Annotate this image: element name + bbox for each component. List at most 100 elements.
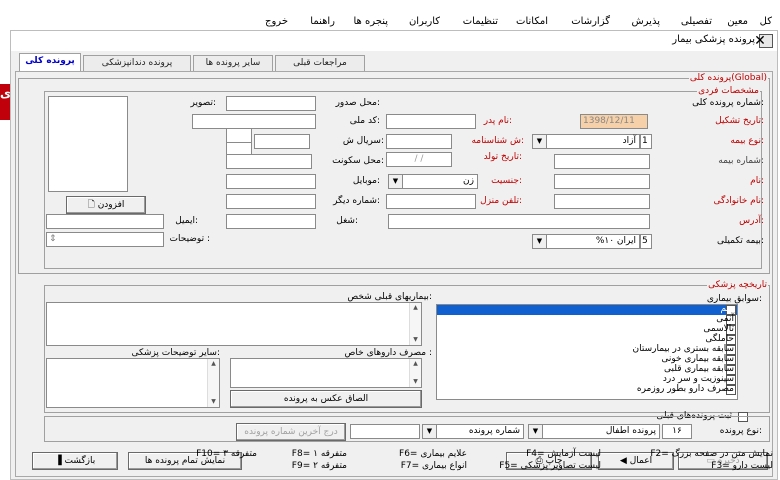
menu-item-reports[interactable]: گزارشات [571, 16, 610, 27]
residence-field[interactable] [226, 154, 312, 169]
gender-value: زن [463, 176, 474, 186]
chevron-down-icon[interactable]: ▼ [423, 425, 437, 438]
residence-label: محل سکونت: [332, 156, 384, 166]
menu-item-features[interactable]: امکانات [516, 16, 548, 27]
insurance-number-field[interactable] [554, 154, 650, 169]
close-icon[interactable]: ✕ [749, 31, 771, 51]
shortcut-f7: F7= انواع بیماری [400, 461, 467, 471]
last-name-label: نام خانوادگی: [713, 196, 764, 206]
general-legend: پرونده کلی(Global) [688, 73, 768, 83]
shortcut-f2: F2= نمایش متن در صفحه بزرگ [650, 449, 773, 459]
first-name-field[interactable] [554, 174, 650, 189]
job-label: شغل: [336, 216, 358, 226]
disease-item-label: آنمی [716, 314, 734, 324]
tab-other-files[interactable]: سایر پرونده ها [193, 55, 273, 71]
chevron-down-icon[interactable]: ▼ [389, 175, 403, 188]
photo-label: تصویر: [190, 98, 216, 108]
place-of-issue-field[interactable] [226, 96, 316, 111]
job-field[interactable] [226, 214, 316, 229]
description-label: توضیحات : [169, 234, 210, 244]
home-phone-label: تلفن منزل: [480, 196, 522, 206]
chevron-down-icon[interactable]: ▼ [529, 425, 543, 438]
scroll-down-icon[interactable]: ▼ [410, 377, 421, 387]
menu-item-kol[interactable]: کل [760, 16, 772, 27]
father-name-label: نام پدر: [483, 116, 512, 126]
other-number-field[interactable] [226, 194, 316, 209]
menu-item-moein[interactable]: معین [727, 16, 748, 27]
email-field[interactable] [46, 214, 164, 229]
disease-item-label: سابقه بیماری خونی [661, 354, 734, 364]
chevron-down-icon[interactable]: ▼ [533, 135, 547, 148]
menu-item-users[interactable]: کاربران [409, 16, 440, 27]
home-phone-field[interactable] [386, 194, 476, 209]
supplementary-insurance-code[interactable]: 5 [640, 234, 652, 249]
scroll-up-icon[interactable]: ▲ [208, 359, 219, 369]
menu-item-paziresh[interactable]: پذیرش [631, 16, 660, 27]
tab-general-file[interactable]: پرونده کلی [19, 53, 81, 71]
serial-prefix-top[interactable] [226, 128, 252, 143]
mobile-field[interactable] [226, 174, 316, 189]
spinner-icon[interactable]: ⇕ [49, 234, 57, 244]
birth-date-field[interactable]: / / [386, 152, 452, 167]
file-type-label: نوع پرونده: [719, 426, 762, 436]
previous-diseases-label: بیماریهای قبلی شخص: [347, 292, 432, 302]
supplementary-insurance-select[interactable]: ایران ۱۰% ▼ [532, 234, 640, 249]
mobile-label: موبایل: [352, 176, 380, 186]
previous-file-number-select[interactable]: شماره پرونده ▼ [422, 424, 524, 439]
history-legend: تاریخچه پزشکی [707, 280, 768, 290]
menu-item-help[interactable]: راهنما [310, 16, 335, 27]
other-medical-notes-textarea[interactable]: ▲ ▼ [46, 358, 220, 408]
file-type-code[interactable]: ۱۶ [662, 424, 692, 439]
scroll-down-icon[interactable]: ▼ [410, 335, 421, 345]
insurance-number-label: شماره بیمه: [718, 156, 764, 166]
attach-photo-button[interactable]: الصاق عکس به پرونده [230, 390, 422, 408]
scroll-up-icon[interactable]: ▲ [410, 359, 421, 369]
file-type-value: پرونده اطفال [605, 426, 656, 436]
special-drugs-textarea[interactable]: ▲ ▼ [230, 358, 422, 388]
chevron-down-icon[interactable]: ▼ [533, 235, 547, 248]
created-date-label: تاریخ تشکیل: [715, 116, 764, 126]
scroll-down-icon[interactable]: ▼ [208, 397, 219, 407]
disease-item-label: سم [720, 304, 734, 314]
insert-last-file-number-button[interactable]: درج آخرین شماره پرونده [236, 423, 346, 441]
insurance-type-code[interactable]: 1 [640, 134, 652, 149]
supplementary-insurance-label: بیمه تکمیلی: [716, 236, 764, 246]
email-label: ایمیل: [175, 216, 198, 226]
scrollbar[interactable]: ▲ ▼ [207, 359, 219, 407]
serial-field[interactable] [254, 134, 310, 149]
disease-item-label: حاملگی [705, 334, 734, 344]
scrollbar[interactable]: ▲ ▼ [409, 359, 421, 387]
arrow-left-icon: ◀ [619, 456, 627, 466]
special-drugs-label: مصرف داروهای خاص : [344, 348, 432, 358]
file-type-select[interactable]: پرونده اطفال ▼ [528, 424, 660, 439]
menu-item-exit[interactable]: خروج [265, 16, 288, 27]
back-button[interactable]: ▐ بازگشت [32, 452, 118, 470]
personal-legend: مشخصات فردی [697, 86, 760, 96]
id-number-label: ش شناسنامه: [471, 136, 524, 146]
gender-select[interactable]: زن ▼ [388, 174, 478, 189]
photo-box[interactable] [48, 96, 128, 192]
id-number-field[interactable] [386, 134, 452, 149]
national-code-field[interactable] [192, 114, 316, 129]
tab-previous-visits[interactable]: مراجعات قبلی [275, 55, 365, 71]
scrollbar[interactable]: ▲ ▼ [409, 303, 421, 345]
insurance-type-select[interactable]: آزاد ▼ [532, 134, 640, 149]
tab-dental-file[interactable]: پرونده دندانپزشکی [83, 55, 191, 71]
previous-file-number-field[interactable] [350, 424, 420, 439]
father-name-field[interactable] [386, 114, 476, 129]
menu-item-tafsili[interactable]: تفصیلی [681, 16, 712, 27]
place-of-issue-label: محل صدور: [335, 98, 380, 108]
add-photo-button[interactable]: 🗋 افزودن [66, 196, 146, 214]
description-field[interactable]: ⇕ [46, 232, 164, 247]
created-date-field[interactable]: 1398/12/11 [580, 114, 648, 129]
previous-diseases-textarea[interactable]: ▲ ▼ [46, 302, 422, 346]
address-field[interactable] [388, 214, 650, 229]
insurance-type-value: آزاد [622, 136, 636, 146]
menu-item-windows[interactable]: پنجره ها [353, 16, 388, 27]
supplementary-insurance-value: ایران ۱۰% [595, 236, 636, 246]
previous-file-number-label: شماره پرونده [468, 426, 520, 436]
last-name-field[interactable] [554, 194, 650, 209]
menu-item-settings[interactable]: تنظیمات [463, 16, 498, 27]
disease-item-label: سینوزیت و سر درد [662, 374, 734, 384]
scroll-up-icon[interactable]: ▲ [410, 303, 421, 313]
